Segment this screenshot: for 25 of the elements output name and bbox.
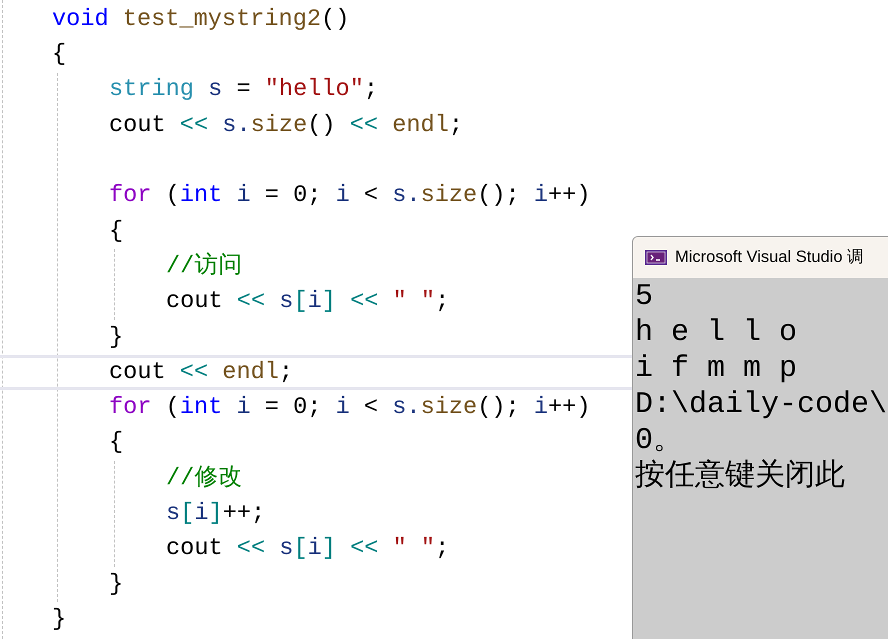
- console-output-line: D:\daily-code\: [635, 387, 888, 423]
- code-line: void test_mystring2(): [52, 8, 350, 32]
- console-output-line: 5: [635, 279, 654, 315]
- code-line: for (int i = 0; i < s.size(); i++): [109, 396, 590, 420]
- code-line: for (int i = 0; i < s.size(); i++): [109, 184, 590, 208]
- code-line: }: [109, 572, 124, 596]
- console-app-icon: [645, 250, 667, 265]
- code-line: //修改: [166, 466, 242, 490]
- code-line: cout << s[i] << ″ ″;: [166, 290, 450, 314]
- code-line: cout << s[i] << ″ ″;: [166, 537, 450, 561]
- console-output-line: 0。: [635, 423, 684, 459]
- code-line: {: [109, 431, 124, 455]
- console-output-line: i f m m p: [635, 351, 798, 387]
- code-line: {: [109, 220, 124, 244]
- code-line: {: [52, 43, 66, 67]
- code-line: cout << s.size() << endl;: [109, 114, 464, 138]
- window-title: Microsoft Visual Studio 调: [675, 247, 864, 268]
- code-line: }: [109, 326, 124, 350]
- code-line: //访问: [166, 254, 242, 279]
- code-line: cout << endl;: [109, 360, 294, 384]
- code-line: }: [52, 608, 66, 632]
- console-output-line: h e l l o: [635, 315, 798, 351]
- code-line: string s = ″hello″;: [109, 78, 378, 102]
- code-line: s[i]++;: [166, 502, 266, 526]
- console-output-line: 按任意键关闭此: [635, 459, 845, 495]
